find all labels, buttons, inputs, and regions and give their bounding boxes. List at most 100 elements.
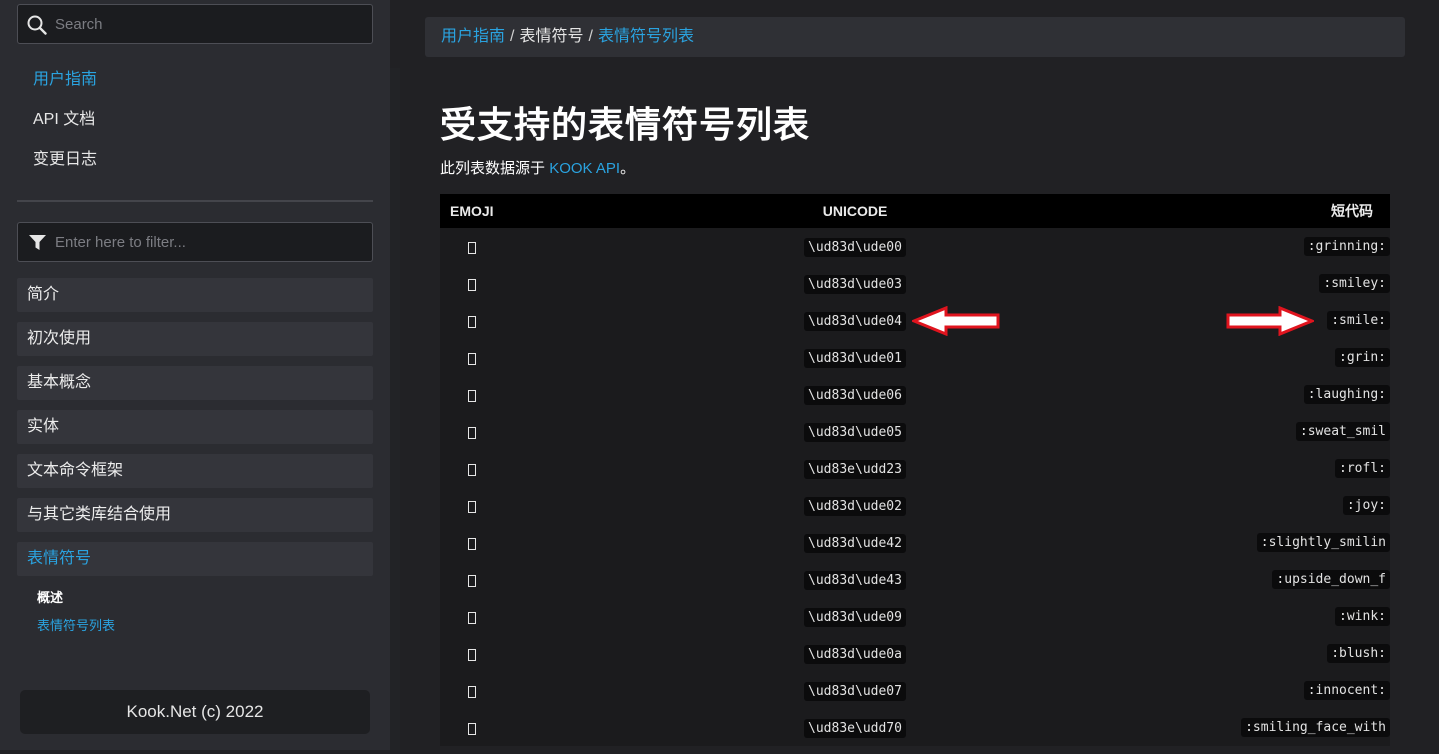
emoji-cell xyxy=(440,265,530,302)
sidebar-scrollbar[interactable] xyxy=(390,68,400,750)
subtitle-suffix: 。 xyxy=(620,160,636,177)
unicode-cell: \ud83d\ude03 xyxy=(530,265,1180,302)
filter-icon xyxy=(29,235,46,250)
unicode-cell: \ud83e\udd23 xyxy=(530,450,1180,487)
missing-glyph-icon xyxy=(468,722,476,735)
top-nav: 用户指南 API 文档 变更日志 xyxy=(33,60,97,180)
breadcrumb-emoji-list[interactable]: 表情符号列表 xyxy=(598,28,694,45)
search-icon xyxy=(27,15,47,35)
unicode-code: \ud83d\ude09 xyxy=(804,608,906,627)
shortcode-code: :upside_down_f xyxy=(1272,570,1390,589)
shortcode-code: :grinning: xyxy=(1303,237,1390,256)
shortcode-cell: :smiley: xyxy=(1180,265,1390,302)
unicode-cell: \ud83d\ude09 xyxy=(530,598,1180,635)
emoji-cell xyxy=(440,450,530,487)
shortcode-code: :rofl: xyxy=(1335,459,1390,478)
unicode-code: \ud83d\ude01 xyxy=(804,349,906,368)
toc-item-emoji[interactable]: 表情符号 xyxy=(17,542,373,576)
nav-changelog[interactable]: 变更日志 xyxy=(33,140,97,180)
unicode-cell: \ud83d\ude00 xyxy=(530,228,1180,265)
shortcode-cell: :upside_down_f xyxy=(1180,561,1390,598)
search-box[interactable] xyxy=(17,4,373,44)
missing-glyph-icon xyxy=(468,500,476,513)
missing-glyph-icon xyxy=(468,278,476,291)
toc-item-basic-concepts[interactable]: 基本概念 xyxy=(17,366,373,400)
unicode-code: \ud83e\udd23 xyxy=(804,460,906,479)
nav-user-guide[interactable]: 用户指南 xyxy=(33,60,97,100)
missing-glyph-icon xyxy=(468,463,476,476)
right-arrow-icon xyxy=(1226,306,1314,336)
emoji-cell xyxy=(440,413,530,450)
unicode-code: \ud83d\ude42 xyxy=(804,534,906,553)
unicode-code: \ud83d\ude04 xyxy=(804,312,906,331)
toc: 简介 初次使用 基本概念 实体 文本命令框架 与其它类库结合使用 表情符号 xyxy=(17,278,373,586)
toc-subitem-overview[interactable]: 概述 xyxy=(37,587,115,615)
table-row: \ud83d\ude42 :slightly_smilin xyxy=(440,524,1390,561)
unicode-cell: \ud83d\ude05 xyxy=(530,413,1180,450)
unicode-code: \ud83d\ude07 xyxy=(804,682,906,701)
unicode-code: \ud83d\ude03 xyxy=(804,275,906,294)
emoji-cell xyxy=(440,228,530,265)
emoji-cell xyxy=(440,524,530,561)
nav-api-docs[interactable]: API 文档 xyxy=(33,100,97,140)
shortcode-code: :smiling_face_with xyxy=(1241,718,1390,737)
missing-glyph-icon xyxy=(468,241,476,254)
table-row: \ud83e\udd70 :smiling_face_with xyxy=(440,709,1390,746)
toc-item-entities[interactable]: 实体 xyxy=(17,410,373,444)
shortcode-cell: :innocent: xyxy=(1180,672,1390,709)
unicode-cell: \ud83d\ude06 xyxy=(530,376,1180,413)
shortcode-code: :sweat_smil xyxy=(1295,422,1390,441)
table-row: \ud83d\ude0a :blush: xyxy=(440,635,1390,672)
filter-input[interactable] xyxy=(55,223,355,261)
emoji-cell xyxy=(440,635,530,672)
missing-glyph-icon xyxy=(468,426,476,439)
subtitle-prefix: 此列表数据源于 xyxy=(440,160,546,177)
unicode-code: \ud83d\ude02 xyxy=(804,497,906,516)
toc-item-getting-started[interactable]: 初次使用 xyxy=(17,322,373,356)
unicode-code: \ud83e\udd70 xyxy=(804,719,906,738)
missing-glyph-icon xyxy=(468,315,476,328)
filter-box[interactable] xyxy=(17,222,373,262)
missing-glyph-icon xyxy=(468,389,476,402)
unicode-cell: \ud83d\ude43 xyxy=(530,561,1180,598)
page-title: 受支持的表情符号列表 xyxy=(440,104,811,145)
table-row: \ud83d\ude06:laughing: xyxy=(440,376,1390,413)
table-row: \ud83d\ude05 :sweat_smil xyxy=(440,413,1390,450)
unicode-cell: \ud83d\ude04 xyxy=(530,302,1180,339)
emoji-table: EMOJI UNICODE 短代码 \ud83d\ude00:grinning:… xyxy=(440,194,1390,746)
emoji-cell xyxy=(440,302,530,339)
toc-subitem-emoji-list[interactable]: 表情符号列表 xyxy=(37,615,115,643)
unicode-cell: \ud83d\ude02 xyxy=(530,487,1180,524)
emoji-cell xyxy=(440,672,530,709)
shortcode-code: :innocent: xyxy=(1303,681,1390,700)
shortcode-cell: :grinning: xyxy=(1180,228,1390,265)
shortcode-code: :grin: xyxy=(1335,348,1390,367)
table-row: \ud83d\ude02:joy: xyxy=(440,487,1390,524)
toc-item-text-command-framework[interactable]: 文本命令框架 xyxy=(17,454,373,488)
shortcode-cell: :grin: xyxy=(1180,339,1390,376)
emoji-cell xyxy=(440,487,530,524)
unicode-code: \ud83d\ude00 xyxy=(804,238,906,257)
shortcode-cell: :smiling_face_with xyxy=(1180,709,1390,746)
breadcrumb-user-guide[interactable]: 用户指南 xyxy=(441,28,505,45)
table-row: \ud83d\ude43 :upside_down_f xyxy=(440,561,1390,598)
footer: Kook.Net (c) 2022 xyxy=(20,690,370,734)
sidebar: 用户指南 API 文档 变更日志 简介 初次使用 基本概念 实体 文本命令框架 … xyxy=(0,0,390,750)
kook-api-link[interactable]: KOOK API xyxy=(549,160,620,177)
missing-glyph-icon xyxy=(468,685,476,698)
unicode-code: \ud83d\ude0a xyxy=(804,645,906,664)
emoji-cell xyxy=(440,339,530,376)
search-input[interactable] xyxy=(55,5,355,43)
missing-glyph-icon xyxy=(468,574,476,587)
toc-item-other-libraries[interactable]: 与其它类库结合使用 xyxy=(17,498,373,532)
emoji-cell xyxy=(440,598,530,635)
shortcode-cell: :blush: xyxy=(1180,635,1390,672)
toc-item-intro[interactable]: 简介 xyxy=(17,278,373,312)
table-row: \ud83e\udd23 :rofl: xyxy=(440,450,1390,487)
shortcode-cell: :slightly_smilin xyxy=(1180,524,1390,561)
unicode-cell: \ud83d\ude42 xyxy=(530,524,1180,561)
shortcode-code: :smiley: xyxy=(1319,274,1390,293)
shortcode-code: :slightly_smilin xyxy=(1256,533,1390,552)
unicode-code: \ud83d\ude06 xyxy=(804,386,906,405)
shortcode-code: :smile: xyxy=(1327,311,1390,330)
